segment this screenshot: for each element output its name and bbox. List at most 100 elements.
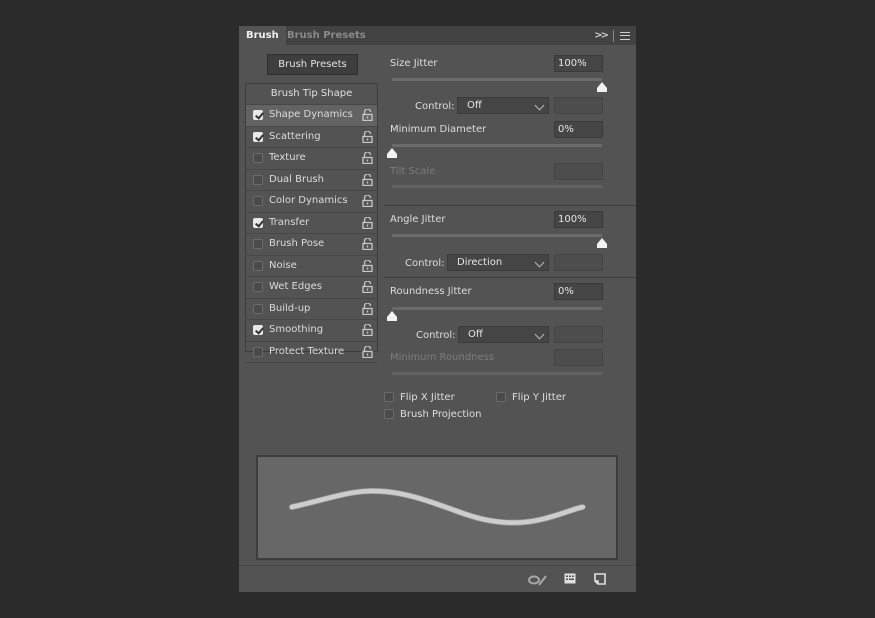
panel-menu-icon[interactable]: [620, 31, 630, 40]
size-jitter-input[interactable]: 100%: [554, 55, 603, 72]
option-checkbox[interactable]: [253, 239, 263, 249]
tilt-scale-input: [554, 163, 603, 180]
option-checkbox[interactable]: [253, 110, 263, 120]
brush-presets-button[interactable]: Brush Presets: [267, 54, 358, 75]
roundness-jitter-slider-thumb[interactable]: [386, 311, 398, 322]
size-jitter-slider-track[interactable]: [392, 78, 602, 81]
roundness-control-field: [554, 326, 603, 343]
angle-jitter-input[interactable]: 100%: [554, 211, 603, 228]
flip-x-checkbox[interactable]: [384, 392, 394, 402]
option-item-build-up[interactable]: Build-up: [246, 299, 377, 320]
min-roundness-slider-track: [392, 372, 602, 375]
unlock-icon[interactable]: [362, 109, 373, 121]
roundness-jitter-label: Roundness Jitter: [390, 286, 472, 297]
flip-y-label: Flip Y Jitter: [512, 392, 566, 403]
option-label: Shape Dynamics: [269, 109, 353, 120]
option-label: Noise: [269, 259, 297, 271]
angle-control-value: Direction: [457, 257, 503, 268]
section-divider: [384, 205, 636, 206]
option-checkbox[interactable]: [253, 282, 263, 292]
brush-editor-grid-icon[interactable]: [564, 573, 576, 584]
option-checkbox[interactable]: [253, 217, 263, 228]
option-item-smoothing[interactable]: Smoothing: [246, 320, 377, 342]
option-checkbox[interactable]: [253, 131, 263, 142]
collapse-panel-icon[interactable]: >>: [594, 30, 609, 41]
size-control-label: Control:: [415, 101, 455, 112]
chevron-down-icon: [534, 329, 545, 340]
unlock-icon[interactable]: [362, 173, 373, 186]
panel-bottom-bar: [239, 565, 636, 592]
stroke-preview-image: [289, 487, 586, 526]
unlock-icon[interactable]: [362, 130, 373, 143]
toggle-live-tip-preview-icon[interactable]: [528, 574, 548, 586]
roundness-jitter-input[interactable]: 0%: [554, 283, 603, 300]
unlock-icon[interactable]: [362, 216, 373, 229]
size-jitter-slider-thumb[interactable]: [596, 82, 608, 93]
brush-projection-checkbox[interactable]: [384, 409, 394, 419]
unlock-icon[interactable]: [362, 302, 373, 315]
option-label: Brush Pose: [269, 238, 325, 249]
option-checkbox[interactable]: [253, 196, 263, 206]
option-checkbox[interactable]: [253, 325, 263, 335]
unlock-icon[interactable]: [362, 195, 373, 207]
unlock-icon[interactable]: [362, 281, 373, 293]
tab-brush-presets[interactable]: Brush Presets: [280, 26, 373, 45]
option-item-transfer[interactable]: Transfer: [246, 213, 377, 234]
section-divider: [384, 277, 636, 278]
option-checkbox[interactable]: [253, 346, 263, 357]
option-item-texture[interactable]: Texture: [246, 148, 377, 170]
option-label: Texture: [269, 152, 306, 163]
unlock-icon[interactable]: [362, 238, 373, 250]
panel-tab-bar: Brush Brush Presets >>: [239, 26, 636, 45]
option-item-dual-brush[interactable]: Dual Brush: [246, 170, 377, 191]
min-roundness-label: Minimum Roundness: [390, 352, 495, 363]
unlock-icon[interactable]: [362, 324, 373, 336]
min-roundness-input: [554, 349, 603, 366]
angle-control-select[interactable]: Direction: [447, 254, 549, 271]
option-checkbox[interactable]: [253, 260, 263, 271]
size-control-field: [554, 97, 603, 114]
option-label: Transfer: [269, 216, 310, 228]
option-checkbox[interactable]: [253, 174, 263, 185]
size-jitter-label: Size Jitter: [390, 58, 438, 69]
option-item-noise[interactable]: Noise: [246, 256, 377, 277]
option-checkbox[interactable]: [253, 303, 263, 314]
unlock-icon[interactable]: [362, 345, 373, 358]
roundness-control-select[interactable]: Off: [458, 326, 549, 343]
brush-projection-label: Brush Projection: [400, 409, 482, 420]
angle-jitter-label: Angle Jitter: [390, 214, 446, 225]
min-diameter-slider-track[interactable]: [392, 144, 602, 147]
angle-jitter-slider-thumb[interactable]: [596, 238, 608, 249]
flip-x-label: Flip X Jitter: [400, 392, 455, 403]
min-diameter-input[interactable]: 0%: [554, 121, 603, 138]
flip-y-checkbox[interactable]: [496, 392, 506, 402]
option-label: Scattering: [269, 130, 321, 142]
size-control-value: Off: [467, 100, 482, 111]
unlock-icon[interactable]: [362, 152, 373, 164]
unlock-icon[interactable]: [362, 259, 373, 272]
roundness-control-label: Control:: [416, 330, 456, 341]
option-label: Smoothing: [269, 324, 324, 335]
brush-options-list: Brush Tip Shape Shape Dynamics Scattering…: [245, 83, 378, 363]
tilt-scale-slider-track: [392, 185, 602, 188]
create-new-brush-icon[interactable]: [594, 573, 606, 585]
toolbar-divider: [613, 29, 614, 42]
tilt-scale-label: Tilt Scale: [390, 166, 436, 177]
option-item-brush-pose[interactable]: Brush Pose: [246, 234, 377, 256]
tab-brush[interactable]: Brush: [239, 26, 286, 45]
angle-jitter-slider-track[interactable]: [392, 234, 602, 237]
angle-control-label: Control:: [405, 258, 445, 269]
roundness-jitter-slider-track[interactable]: [392, 307, 602, 310]
option-checkbox[interactable]: [253, 153, 263, 163]
option-item-wet-edges[interactable]: Wet Edges: [246, 277, 377, 299]
brush-tip-shape-item[interactable]: Brush Tip Shape: [246, 84, 377, 105]
option-item-color-dynamics[interactable]: Color Dynamics: [246, 191, 377, 213]
option-item-shape-dynamics[interactable]: Shape Dynamics: [246, 105, 377, 127]
option-item-scattering[interactable]: Scattering: [246, 127, 377, 148]
min-diameter-label: Minimum Diameter: [390, 124, 487, 135]
option-item-protect-texture[interactable]: Protect Texture: [246, 342, 377, 363]
brush-panel: Brush Brush Presets >> Brush Presets Bru…: [239, 26, 636, 592]
min-diameter-slider-thumb[interactable]: [386, 148, 398, 159]
size-control-select[interactable]: Off: [457, 97, 549, 114]
option-label: Dual Brush: [269, 173, 324, 185]
